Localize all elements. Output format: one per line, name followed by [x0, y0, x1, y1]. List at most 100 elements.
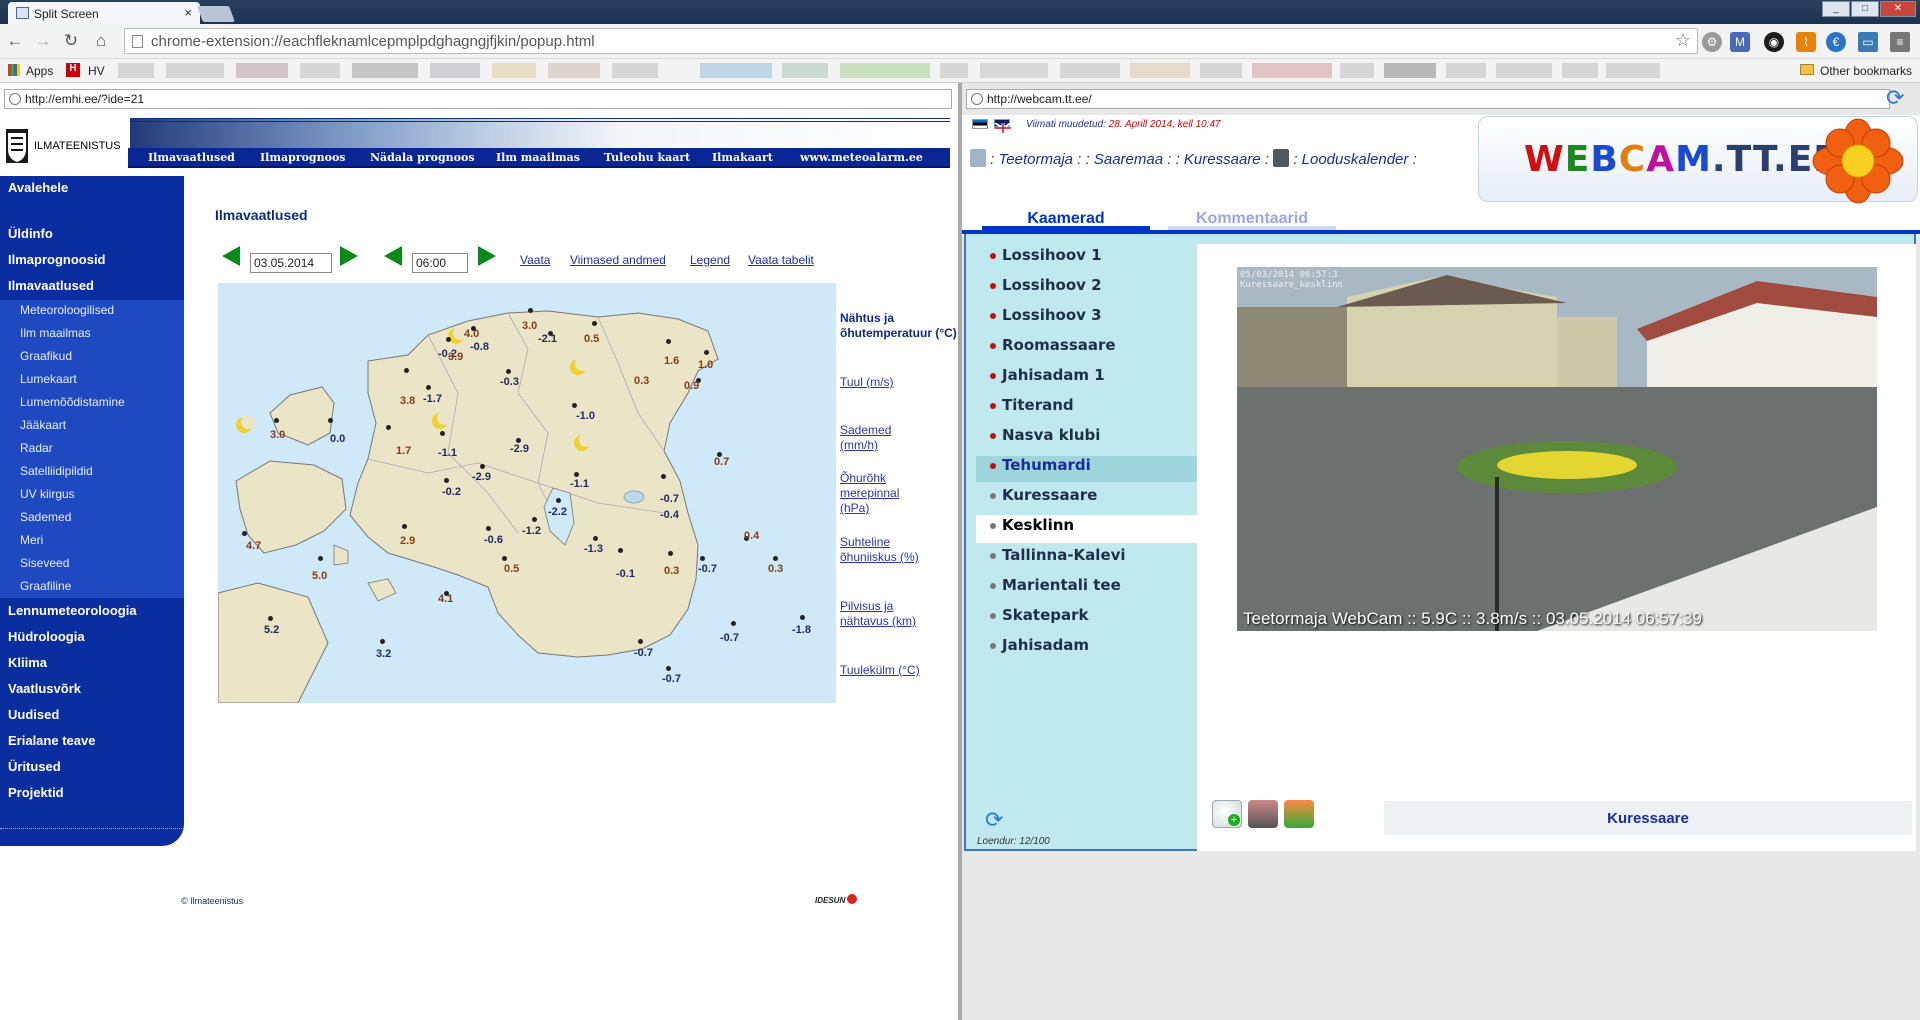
crumb-kuressaare[interactable]: : Kuressaare : — [1176, 151, 1269, 168]
refresh-icon[interactable]: ⟳ — [985, 807, 1003, 833]
station-dot[interactable] — [402, 524, 407, 529]
camera-item[interactable]: Jahisadam — [1002, 636, 1089, 654]
sidebar-uudised[interactable]: Uudised — [8, 707, 59, 722]
blurred-bookmark[interactable] — [492, 63, 536, 78]
date-next-arrow-icon[interactable] — [340, 246, 358, 266]
link-vaata-tabelit[interactable]: Vaata tabelit — [748, 253, 814, 267]
blurred-bookmark[interactable] — [118, 63, 154, 78]
blurred-bookmark[interactable] — [1446, 63, 1486, 78]
sidebar-avalehele[interactable]: Avalehele — [8, 180, 68, 195]
link-vaata[interactable]: Vaata — [520, 253, 550, 267]
uk-flag-icon[interactable] — [994, 119, 1012, 134]
camera-item[interactable]: Roomassaare — [1002, 336, 1116, 354]
minimize-button[interactable]: _ — [1822, 1, 1850, 17]
browser-tab[interactable]: Split Screen × — [8, 2, 200, 24]
blurred-bookmark[interactable] — [1340, 63, 1374, 78]
split-screen-icon[interactable]: ▭ — [1858, 32, 1878, 52]
currency-euro-icon[interactable]: € — [1826, 32, 1846, 52]
blurred-bookmark[interactable] — [1606, 63, 1660, 78]
station-dot[interactable] — [593, 536, 598, 541]
sidebar-projektid[interactable]: Projektid — [8, 785, 64, 800]
tab-close-icon[interactable]: × — [184, 5, 192, 20]
sidebar-ilmavaatlused[interactable]: Ilmavaatlused — [8, 278, 94, 293]
right-pane-address-bar[interactable]: http://webcam.tt.ee/ — [966, 89, 1890, 109]
date-prev-arrow-icon[interactable] — [222, 246, 240, 266]
blurred-bookmark[interactable] — [1562, 63, 1598, 78]
station-dot[interactable] — [274, 418, 279, 423]
blurred-bookmark[interactable] — [980, 63, 1048, 78]
station-dot[interactable] — [528, 308, 533, 313]
crumb-teetormaja[interactable]: : Teetormaja : — [990, 151, 1081, 168]
legend-link-ohurohk[interactable]: Õhurõhk merepinnal (hPa) — [840, 471, 920, 516]
nav-nadala-prognoos[interactable]: Nädala prognoos — [370, 151, 475, 164]
date-input[interactable]: 03.05.2014 — [250, 253, 332, 273]
sidebar-sub-item[interactable]: Satelliidipildid — [20, 464, 93, 478]
camera-item[interactable]: Kuressaare — [1002, 486, 1097, 504]
legend-link-pilvisus[interactable]: Pilvisus ja nähtavus (km) — [840, 599, 920, 629]
sidebar-sub-item[interactable]: Sademed — [20, 510, 71, 524]
station-dot[interactable] — [618, 548, 623, 553]
emhi-brand[interactable]: ILMATEENISTUS — [34, 140, 121, 152]
station-dot[interactable] — [444, 478, 449, 483]
station-dot[interactable] — [426, 385, 431, 390]
sidebar-ilmaprognoosid[interactable]: Ilmaprognoosid — [8, 252, 106, 267]
crumb-saaremaa[interactable]: : Saaremaa : — [1086, 151, 1172, 168]
station-dot[interactable] — [800, 615, 805, 620]
blurred-bookmark[interactable] — [300, 63, 340, 78]
blurred-bookmark[interactable] — [782, 63, 828, 78]
pane-refresh-icon[interactable]: ⟳ — [1886, 85, 1904, 111]
address-bar[interactable]: chrome-extension://eachfleknamlcepmplpdg… — [124, 28, 1698, 54]
blurred-bookmark[interactable] — [940, 63, 968, 78]
camera-item[interactable]: Marientali tee — [1002, 576, 1121, 594]
station-dot[interactable] — [666, 666, 671, 671]
blurred-bookmark[interactable] — [1252, 63, 1332, 78]
station-dot[interactable] — [592, 321, 597, 326]
sidebar-uritused[interactable]: Üritused — [8, 759, 61, 774]
blurred-bookmark[interactable] — [612, 63, 658, 78]
bookmark-star-icon[interactable]: ☆ — [1675, 30, 1691, 51]
back-arrow-icon[interactable]: ← — [6, 32, 24, 50]
sidebar-sub-item[interactable]: Graafikud — [20, 349, 72, 363]
legend-link-tuul[interactable]: Tuul (m/s) — [840, 375, 920, 390]
extension-gear-icon[interactable]: ⚙ — [1702, 32, 1722, 52]
sidebar-sub-item[interactable]: Siseveed — [20, 556, 69, 570]
legend-link-tuulekulm[interactable]: Tuulekülm (°C) — [840, 663, 920, 678]
station-dot[interactable] — [480, 464, 485, 469]
sidebar-sub-item[interactable]: Meteoroloogilised — [20, 303, 114, 317]
sidebar-sub-item[interactable]: Radar — [20, 441, 53, 455]
nav-ilm-maailmas[interactable]: Ilm maailmas — [496, 151, 580, 164]
legend-link-sademed[interactable]: Sademed (mm/h) — [840, 423, 920, 453]
blurred-bookmark[interactable] — [700, 63, 772, 78]
station-dot[interactable] — [638, 639, 643, 644]
blurred-bookmark[interactable] — [430, 63, 480, 78]
new-tab-button[interactable] — [197, 6, 235, 22]
station-dot[interactable] — [556, 498, 561, 503]
sidebar-vaatlusvork[interactable]: Vaatlusvõrk — [8, 681, 81, 696]
blurred-bookmark[interactable] — [840, 63, 930, 78]
link-legend[interactable]: Legend — [690, 253, 730, 267]
photo-gallery-icon[interactable] — [1248, 800, 1278, 828]
blurred-bookmark[interactable] — [548, 63, 600, 78]
estonian-flag-icon[interactable] — [972, 119, 988, 129]
blurred-bookmark[interactable] — [1130, 63, 1190, 78]
station-dot[interactable] — [704, 350, 709, 355]
idesun-credit[interactable]: IDESUN — [815, 894, 858, 905]
legend-link-ohuniiskus[interactable]: Suhteline õhuniiskus (%) — [840, 535, 920, 565]
blurred-bookmark[interactable] — [1060, 63, 1120, 78]
sidebar-sub-item[interactable]: Ilm maailmas — [20, 326, 91, 340]
menu-icon[interactable]: ≡ — [1890, 32, 1910, 52]
home-icon[interactable]: ⌂ — [92, 32, 110, 50]
sidebar-erialane-teave[interactable]: Erialane teave — [8, 733, 95, 748]
station-dot[interactable] — [731, 621, 736, 626]
sidebar-sub-item[interactable]: Meri — [20, 533, 43, 547]
station-dot[interactable] — [506, 369, 511, 374]
station-dot[interactable] — [668, 551, 673, 556]
nav-ilmavaatlused[interactable]: Ilmavaatlused — [148, 151, 235, 164]
station-dot[interactable] — [328, 418, 333, 423]
station-dot[interactable] — [666, 339, 671, 344]
time-prev-arrow-icon[interactable] — [384, 246, 402, 266]
sidebar-sub-item[interactable]: UV kiirgus — [20, 487, 75, 501]
station-dot[interactable] — [318, 556, 323, 561]
nav-ilmakaart[interactable]: Ilmakaart — [712, 151, 773, 164]
link-viimased-andmed[interactable]: Viimased andmed — [570, 253, 666, 267]
